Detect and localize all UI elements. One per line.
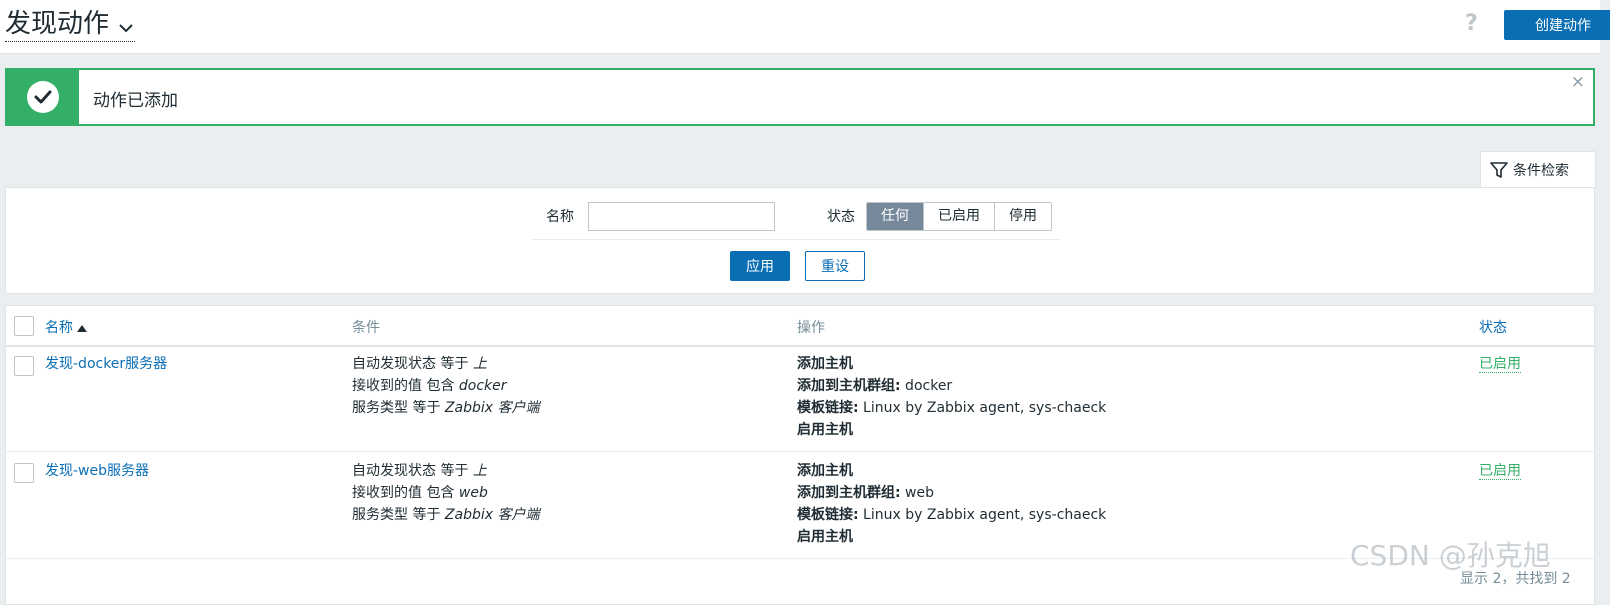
status-option-enabled[interactable]: 已启用	[924, 203, 995, 230]
operation-line: 添加到主机群组: docker	[797, 378, 953, 394]
operation-line: 启用主机	[797, 529, 853, 545]
row-checkbox[interactable]	[14, 356, 34, 376]
status-cell: 已启用	[1479, 353, 1521, 375]
table-summary: 显示 2，共找到 2	[1460, 571, 1571, 587]
question-icon[interactable]: ?	[1465, 11, 1478, 36]
reset-button[interactable]: 重设	[805, 251, 865, 281]
page-title-text: 发现动作	[5, 9, 110, 39]
operation-line: 添加到主机群组: web	[797, 485, 935, 501]
column-operations: 操作	[797, 320, 825, 336]
operations-cell: 添加主机 添加到主机群组: web 模板链接: Linux by Zabbix …	[797, 460, 1106, 548]
message-text: 动作已添加	[93, 91, 178, 111]
filter-divider	[531, 239, 1061, 240]
condition-line: 自动发现状态 等于 上	[352, 356, 487, 372]
chevron-down-icon	[119, 9, 133, 41]
condition-line: 接收到的值 包含 docker	[352, 378, 507, 394]
operations-cell: 添加主机 添加到主机群组: docker 模板链接: Linux by Zabb…	[797, 353, 1106, 441]
status-option-any[interactable]: 任何	[867, 203, 924, 230]
filter-name-input[interactable]	[588, 202, 775, 231]
success-message: 动作已添加 ×	[5, 68, 1595, 126]
status-toggle-link[interactable]: 已启用	[1479, 356, 1521, 373]
conditions-cell: 自动发现状态 等于 上 接收到的值 包含 docker 服务类型 等于 Zabb…	[352, 353, 539, 419]
conditions-cell: 自动发现状态 等于 上 接收到的值 包含 web 服务类型 等于 Zabbix …	[352, 460, 539, 526]
operation-line: 模板链接: Linux by Zabbix agent, sys-chaeck	[797, 400, 1107, 416]
operation-line: 添加主机	[797, 356, 853, 372]
column-conditions: 条件	[352, 320, 380, 336]
row-checkbox[interactable]	[14, 463, 34, 483]
filter-tab[interactable]: 条件检索	[1480, 151, 1596, 188]
page-header: 发现动作 ? 创建动作	[0, 0, 1610, 54]
filter-tab-label: 条件检索	[1513, 163, 1569, 179]
condition-line: 自动发现状态 等于 上	[352, 463, 487, 479]
condition-line: 服务类型 等于 Zabbix 客户端	[352, 507, 540, 523]
operation-line: 添加主机	[797, 463, 853, 479]
status-segmented-control: 任何 已启用 停用	[866, 202, 1052, 231]
column-name-sort[interactable]: 名称	[45, 317, 88, 337]
close-icon[interactable]: ×	[1571, 72, 1585, 92]
operation-line: 模板链接: Linux by Zabbix agent, sys-chaeck	[797, 507, 1107, 523]
sort-asc-icon	[77, 320, 88, 336]
condition-line: 服务类型 等于 Zabbix 客户端	[352, 400, 540, 416]
operation-line: 启用主机	[797, 422, 853, 438]
status-toggle-link[interactable]: 已启用	[1479, 463, 1521, 480]
action-name-link[interactable]: 发现-web服务器	[45, 460, 149, 482]
column-status[interactable]: 状态	[1479, 317, 1507, 337]
apply-button[interactable]: 应用	[730, 251, 790, 281]
select-all-checkbox[interactable]	[14, 316, 34, 336]
status-cell: 已启用	[1479, 460, 1521, 482]
column-name-label: 名称	[45, 320, 73, 336]
check-circle-icon	[27, 81, 59, 113]
table-header: 名称 条件 操作 状态	[6, 306, 1594, 347]
filter-panel: 名称 状态 任何 已启用 停用 应用 重设	[5, 187, 1595, 294]
status-option-disabled[interactable]: 停用	[995, 203, 1051, 230]
action-name-link[interactable]: 发现-docker服务器	[45, 353, 167, 375]
table-row: 发现-docker服务器 自动发现状态 等于 上 接收到的值 包含 docker…	[6, 345, 1594, 452]
filter-name-label: 名称	[546, 209, 574, 225]
create-action-button[interactable]: 创建动作	[1504, 10, 1610, 40]
funnel-icon	[1489, 160, 1509, 184]
condition-line: 接收到的值 包含 web	[352, 485, 488, 501]
filter-status-label: 状态	[827, 209, 855, 225]
message-icon-area	[7, 70, 79, 124]
page-title-dropdown[interactable]: 发现动作	[5, 8, 136, 42]
